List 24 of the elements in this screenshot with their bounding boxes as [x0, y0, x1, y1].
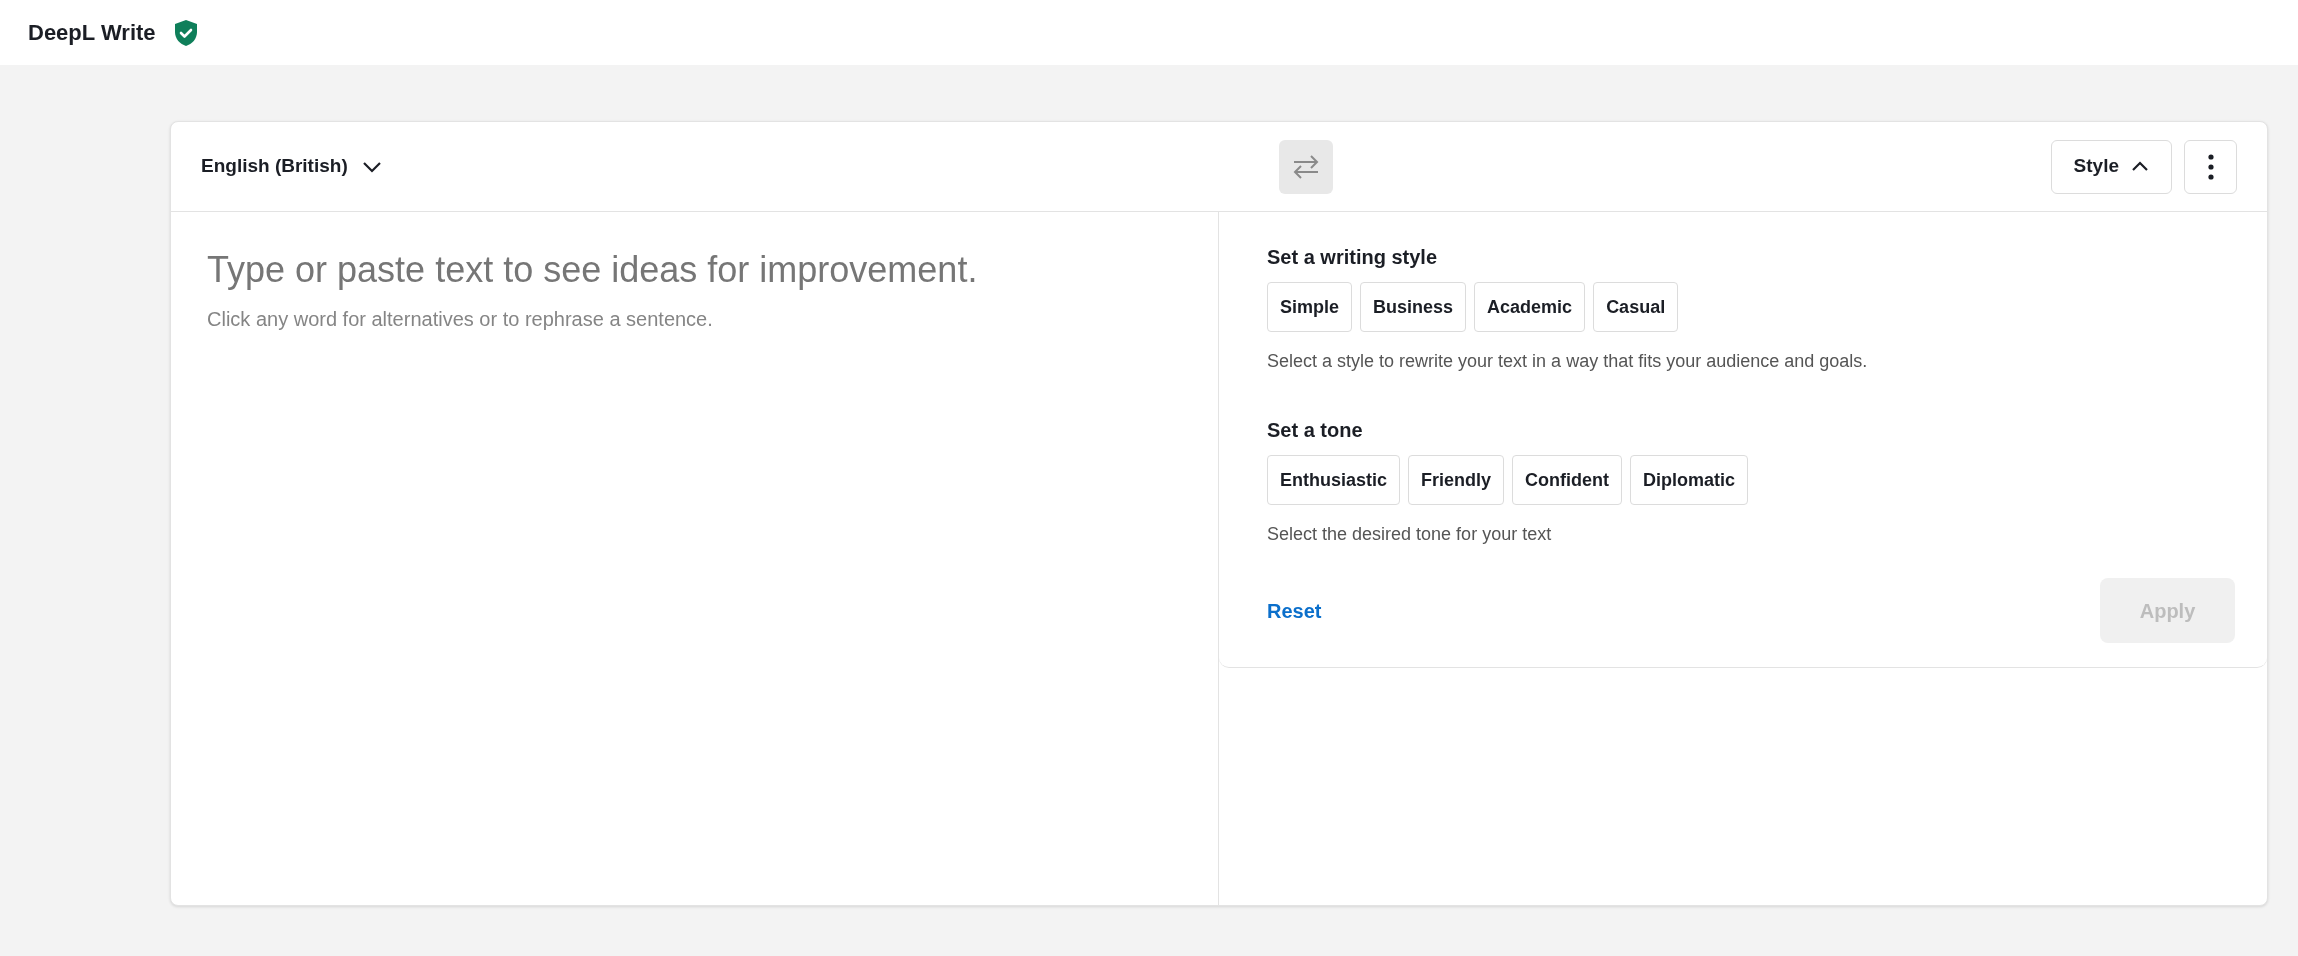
option-chip[interactable]: Diplomatic	[1630, 455, 1749, 505]
chevron-down-icon	[361, 160, 382, 173]
option-chip[interactable]: Friendly	[1408, 455, 1505, 505]
section-heading: Set a writing style	[1267, 245, 1439, 270]
option-chip[interactable]: Simple	[1267, 282, 1353, 332]
chevron-up-icon	[2131, 161, 2149, 172]
section-heading: Set a tone	[1267, 418, 1364, 443]
editor-hint: Click any word for alternatives or to rephrase a sentence.	[207, 307, 714, 332]
editor-placeholder[interactable]: Type or paste text to see ideas for improvement.	[207, 248, 1182, 292]
option-chip[interactable]: Confident	[1512, 455, 1623, 505]
option-chip[interactable]: Casual	[1593, 282, 1679, 332]
shield-check-icon	[173, 18, 198, 47]
reset-link[interactable]: Reset	[1267, 595, 1322, 626]
app-title: DeepL Write	[28, 19, 156, 47]
language-dropdown[interactable]: English (British)	[201, 152, 382, 181]
style-button[interactable]: Style	[2050, 139, 2172, 194]
swap-button[interactable]	[1279, 139, 1334, 194]
section-description: Select a style to rewrite your text in a way that fits your audience and goals.	[1267, 350, 1869, 373]
more-vertical-icon	[2207, 153, 2214, 180]
option-chip[interactable]: Business	[1360, 282, 1467, 332]
section-description: Select the desired tone for your text	[1267, 523, 1553, 546]
option-chip[interactable]: Enthusiastic	[1267, 455, 1401, 505]
option-chip[interactable]: Academic	[1474, 282, 1586, 332]
more-options-button[interactable]	[2184, 139, 2237, 194]
